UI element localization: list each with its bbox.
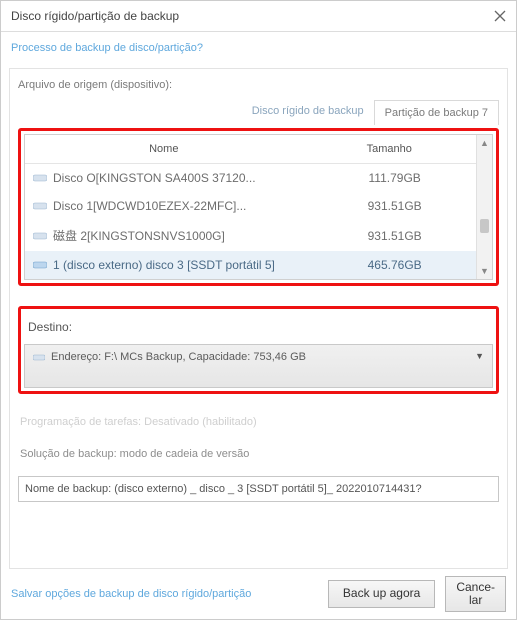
col-size-header: Tamanho <box>303 135 476 163</box>
disk-size: 931.51GB <box>313 199 476 213</box>
main-panel: Arquivo de origem (dispositivo): Disco r… <box>9 68 508 569</box>
disk-table: Nome Tamanho Disco O[KINGSTON SA400S 371… <box>24 134 493 280</box>
disk-name: Disco 1[WDCWD10EZEX-22MFC]... <box>53 199 313 213</box>
tab-partition-backup[interactable]: Partição de backup 7 <box>374 100 499 125</box>
source-highlight-box: Nome Tamanho Disco O[KINGSTON SA400S 371… <box>18 128 499 286</box>
disk-size: 111.79GB <box>313 171 476 185</box>
tab-disk-backup[interactable]: Disco rígido de backup <box>242 99 374 124</box>
scroll-up-icon[interactable]: ▲ <box>477 135 493 151</box>
breadcrumb[interactable]: Processo de backup de disco/partição? <box>1 32 516 60</box>
scroll-down-icon[interactable]: ▼ <box>477 263 493 279</box>
backup-name-input[interactable] <box>18 476 499 502</box>
destination-select[interactable]: Endereço: F:\ MCs Backup, Capacidade: 75… <box>24 344 493 388</box>
scroll-thumb[interactable] <box>480 219 489 233</box>
cancel-button[interactable]: Cance- lar <box>445 576 506 612</box>
drive-icon <box>33 353 47 363</box>
footer: Salvar opções de backup de disco rígido/… <box>1 569 516 619</box>
solution-row: Solução de backup: modo de cadeia de ver… <box>18 436 499 466</box>
disk-icon <box>33 260 49 270</box>
titlebar: Disco rígido/partição de backup <box>1 1 516 31</box>
backup-now-button[interactable]: Back up agora <box>328 580 435 607</box>
disk-icon <box>33 173 49 183</box>
disk-name: 1 (disco externo) disco 3 [SSDT portátil… <box>53 258 313 272</box>
source-tabs: Disco rígido de backup Partição de backu… <box>18 99 499 124</box>
table-header: Nome Tamanho <box>25 135 476 164</box>
save-options-link[interactable]: Salvar opções de backup de disco rígido/… <box>11 588 318 600</box>
close-icon[interactable] <box>492 8 508 24</box>
window-title: Disco rígido/partição de backup <box>11 9 492 23</box>
chevron-down-icon: ▼ <box>475 351 484 361</box>
schedule-row[interactable]: Programação de tarefas: Desativado (habi… <box>18 394 499 436</box>
disk-name: 磁盘 2[KINGSTONSNVS1000G] <box>53 227 313 244</box>
disk-icon <box>33 231 49 241</box>
backup-dialog: Disco rígido/partição de backup Processo… <box>0 0 517 620</box>
destination-value: Endereço: F:\ MCs Backup, Capacidade: 75… <box>51 351 306 363</box>
disk-size: 931.51GB <box>313 229 476 243</box>
destination-label: Destino: <box>24 312 493 344</box>
table-row[interactable]: Disco O[KINGSTON SA400S 37120... 111.79G… <box>25 164 476 192</box>
table-row[interactable]: 磁盘 2[KINGSTONSNVS1000G] 931.51GB <box>25 220 476 251</box>
source-label: Arquivo de origem (dispositivo): <box>18 79 499 91</box>
table-row[interactable]: Disco 1[WDCWD10EZEX-22MFC]... 931.51GB <box>25 192 476 220</box>
disk-size: 465.76GB <box>313 258 476 272</box>
col-name-header: Nome <box>25 135 303 163</box>
destination-highlight-box: Destino: Endereço: F:\ MCs Backup, Capac… <box>18 306 499 394</box>
disk-name: Disco O[KINGSTON SA400S 37120... <box>53 171 313 185</box>
disk-icon <box>33 201 49 211</box>
scrollbar[interactable]: ▲ ▼ <box>476 135 492 279</box>
table-row[interactable]: 1 (disco externo) disco 3 [SSDT portátil… <box>25 251 476 279</box>
